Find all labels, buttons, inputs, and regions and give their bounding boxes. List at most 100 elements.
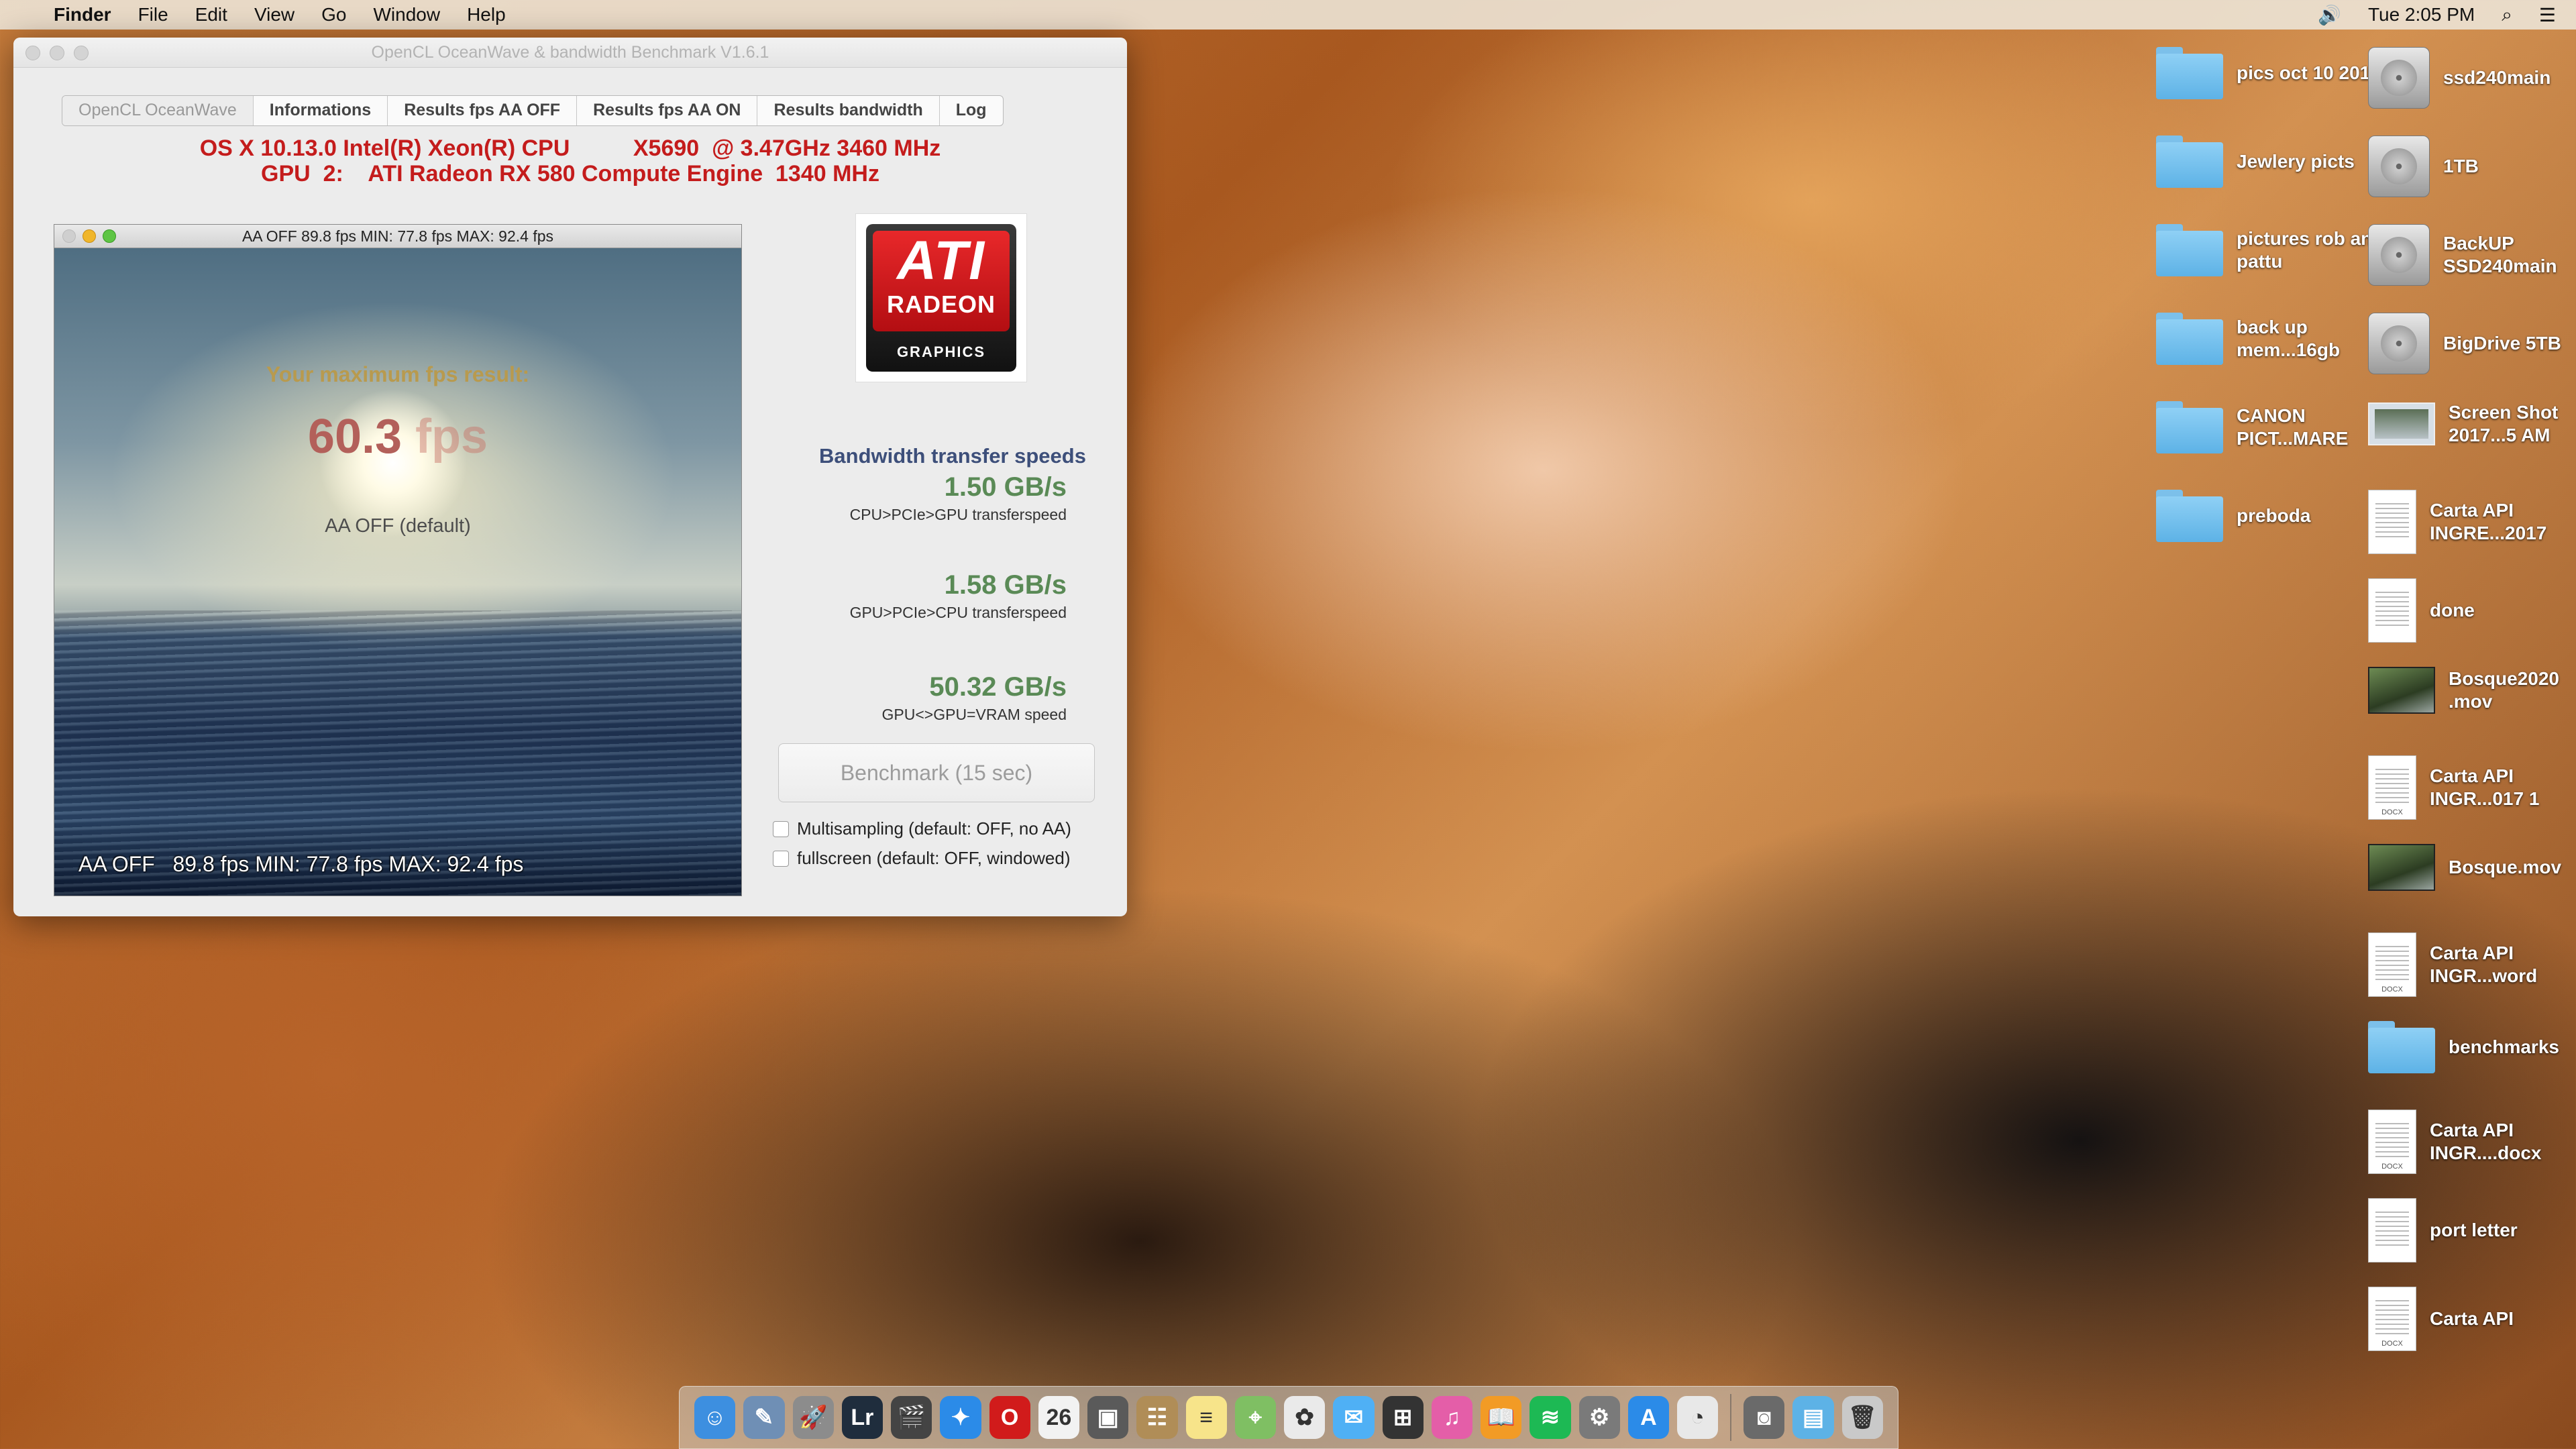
- desktop-icon[interactable]: Screen Shot 2017...5 AM: [2368, 401, 2576, 447]
- tab-log[interactable]: Log: [940, 96, 1003, 125]
- docx-tag: DOCX: [2381, 1340, 2403, 1348]
- multisampling-label: Multisampling (default: OFF, no AA): [797, 818, 1071, 839]
- tab-results-fps-aa-on[interactable]: Results fps AA ON: [577, 96, 758, 125]
- docx-icon: DOCX: [2368, 1287, 2416, 1351]
- dock-photo-booth-icon[interactable]: ▣: [1087, 1396, 1129, 1439]
- docx-icon: DOCX: [2368, 755, 2416, 820]
- desktop-icon-label: 1TB: [2443, 156, 2479, 176]
- movie-icon: [2368, 667, 2435, 714]
- fullscreen-option[interactable]: fullscreen (default: OFF, windowed): [773, 848, 1071, 869]
- dock-trash-icon[interactable]: 🗑: [1841, 1396, 1883, 1439]
- desktop-icon-label: back up mem...16gb: [2237, 317, 2341, 360]
- window-titlebar[interactable]: OpenCL OceanWave & bandwidth Benchmark V…: [13, 38, 1127, 68]
- desktop-icon[interactable]: DOCX Carta API INGR....docx: [2368, 1110, 2576, 1174]
- volume-icon[interactable]: 🔊: [2318, 4, 2341, 26]
- desktop-icon[interactable]: Jewlery picts: [2156, 136, 2384, 188]
- desktop-icon[interactable]: pics oct 10 2015: [2156, 47, 2384, 99]
- dock-app-store-icon[interactable]: A: [1627, 1396, 1669, 1439]
- desktop-icon-label: BackUP SSD240main: [2443, 233, 2557, 276]
- ati-radeon-logo: ATI RADEON GRAPHICS: [855, 213, 1027, 382]
- menu-help[interactable]: Help: [467, 4, 506, 25]
- logo-sub: GRAPHICS: [896, 343, 986, 360]
- benchmark-button[interactable]: Benchmark (15 sec): [778, 743, 1095, 802]
- multisampling-checkbox[interactable]: [773, 820, 789, 837]
- folder-icon: [2156, 47, 2223, 99]
- render-status-text: AA OFF 89.8 fps MIN: 77.8 fps MAX: 92.4 …: [241, 227, 554, 245]
- dock-messages-icon[interactable]: ✉: [1333, 1396, 1375, 1439]
- desktop-icon-label: BigDrive 5TB: [2443, 333, 2561, 354]
- folder-icon: [2368, 1021, 2435, 1073]
- tab-results-bandwidth[interactable]: Results bandwidth: [757, 96, 940, 125]
- logo-brand: ATI: [896, 230, 985, 291]
- desktop-icon[interactable]: 1TB: [2368, 136, 2576, 197]
- dock-final-cut-icon[interactable]: 🎬: [891, 1396, 932, 1439]
- desktop-icon-label: preboda: [2237, 505, 2311, 526]
- desktop-icon[interactable]: BigDrive 5TB: [2368, 313, 2576, 374]
- dock-screenshot-tool-icon[interactable]: ◙: [1743, 1396, 1785, 1439]
- menu-finder[interactable]: Finder: [54, 4, 111, 25]
- menu-window[interactable]: Window: [373, 4, 440, 25]
- tab-results-fps-aa-off[interactable]: Results fps AA OFF: [388, 96, 578, 125]
- dock-launchpad-icon[interactable]: 🚀: [792, 1396, 834, 1439]
- desktop-icon[interactable]: Bosque.mov: [2368, 844, 2576, 891]
- dock-contacts-icon[interactable]: ☷: [1136, 1396, 1178, 1439]
- dock-finder-icon[interactable]: ☺: [694, 1396, 736, 1439]
- dock-spotify-icon[interactable]: ≋: [1529, 1396, 1571, 1439]
- fullscreen-checkbox[interactable]: [773, 850, 789, 867]
- drive-icon: [2368, 136, 2430, 197]
- menu-view[interactable]: View: [254, 4, 294, 25]
- benchmark-window: OpenCL OceanWave & bandwidth Benchmark V…: [13, 38, 1127, 916]
- desktop-icon[interactable]: pictures rob and pattu: [2156, 224, 2384, 276]
- tab-opencl-oceanwave[interactable]: OpenCL OceanWave: [62, 96, 254, 125]
- desktop-icon[interactable]: CANON PICT...MARE: [2156, 401, 2384, 453]
- system-info-gpu: GPU 2: ATI Radeon RX 580 Compute Engine …: [261, 161, 879, 186]
- desktop-icon[interactable]: preboda: [2156, 490, 2384, 542]
- dock-notes-icon[interactable]: ≡: [1185, 1396, 1227, 1439]
- dock-ibooks-icon[interactable]: 📖: [1481, 1396, 1522, 1439]
- desktop-icon[interactable]: Bosque2020 .mov: [2368, 667, 2576, 714]
- desktop-icon[interactable]: DOCX Carta API: [2368, 1287, 2576, 1351]
- desktop-icon[interactable]: port letter: [2368, 1198, 2576, 1263]
- desktop-icon[interactable]: back up mem...16gb: [2156, 313, 2384, 365]
- clock[interactable]: Tue 2:05 PM: [2368, 4, 2475, 25]
- desktop-icon[interactable]: DOCX Carta API INGR...017 1: [2368, 755, 2576, 820]
- dock-photos-icon[interactable]: ✿: [1284, 1396, 1326, 1439]
- dock-separator: [1730, 1394, 1732, 1441]
- dock-lightroom-icon[interactable]: Lr: [841, 1396, 883, 1439]
- dock-system-preferences-icon[interactable]: ⚙: [1578, 1396, 1620, 1439]
- desktop-icon[interactable]: DOCX Carta API INGR...word: [2368, 932, 2576, 997]
- dock-photo-collage-icon[interactable]: ⊞: [1382, 1396, 1424, 1439]
- dock-maps-icon[interactable]: ⌖: [1234, 1396, 1276, 1439]
- menu-go[interactable]: Go: [321, 4, 346, 25]
- dock-safari-icon[interactable]: ✦: [940, 1396, 981, 1439]
- desktop-icon[interactable]: Carta API INGRE...2017: [2368, 490, 2576, 554]
- desktop-icon[interactable]: BackUP SSD240main: [2368, 224, 2576, 286]
- close-button[interactable]: [25, 46, 40, 60]
- desktop-icon[interactable]: done: [2368, 578, 2576, 643]
- cpu-to-gpu-desc: CPU>PCIe>GPU transferspeed: [849, 506, 1067, 523]
- dock-calendar-icon[interactable]: 26: [1038, 1396, 1079, 1439]
- zoom-button[interactable]: [74, 46, 89, 60]
- dock-itunes-icon[interactable]: ♫: [1431, 1396, 1472, 1439]
- spotlight-search-icon[interactable]: ⌕: [2502, 4, 2512, 26]
- desktop-icon[interactable]: benchmarks: [2368, 1021, 2576, 1073]
- docx-icon: DOCX: [2368, 932, 2416, 997]
- gpu-to-cpu-desc: GPU>PCIe>CPU transferspeed: [849, 604, 1067, 621]
- fps-unit: fps: [415, 410, 488, 464]
- folder-icon: [2156, 401, 2223, 453]
- menu-edit[interactable]: Edit: [195, 4, 227, 25]
- dock-downloads-folder-icon[interactable]: ▤: [1792, 1396, 1834, 1439]
- tab-informations[interactable]: Informations: [254, 96, 388, 125]
- desktop-icon-label: port letter: [2430, 1220, 2518, 1240]
- dock-opencl-benchmark-icon[interactable]: ◔: [1677, 1396, 1719, 1439]
- minimize-button[interactable]: [50, 46, 64, 60]
- desktop-icon[interactable]: ssd240main: [2368, 47, 2576, 109]
- menu-file[interactable]: File: [138, 4, 168, 25]
- dock-opera-icon[interactable]: O: [989, 1396, 1030, 1439]
- multisampling-option[interactable]: Multisampling (default: OFF, no AA): [773, 818, 1071, 839]
- dock-preview-icon[interactable]: ✎: [743, 1396, 785, 1439]
- desktop-icon-label: Bosque2020 .mov: [2449, 668, 2559, 712]
- notification-center-icon[interactable]: ☰: [2539, 4, 2556, 26]
- vram-value: 50.32 GB/s: [929, 672, 1067, 702]
- docx-tag: DOCX: [2381, 808, 2403, 816]
